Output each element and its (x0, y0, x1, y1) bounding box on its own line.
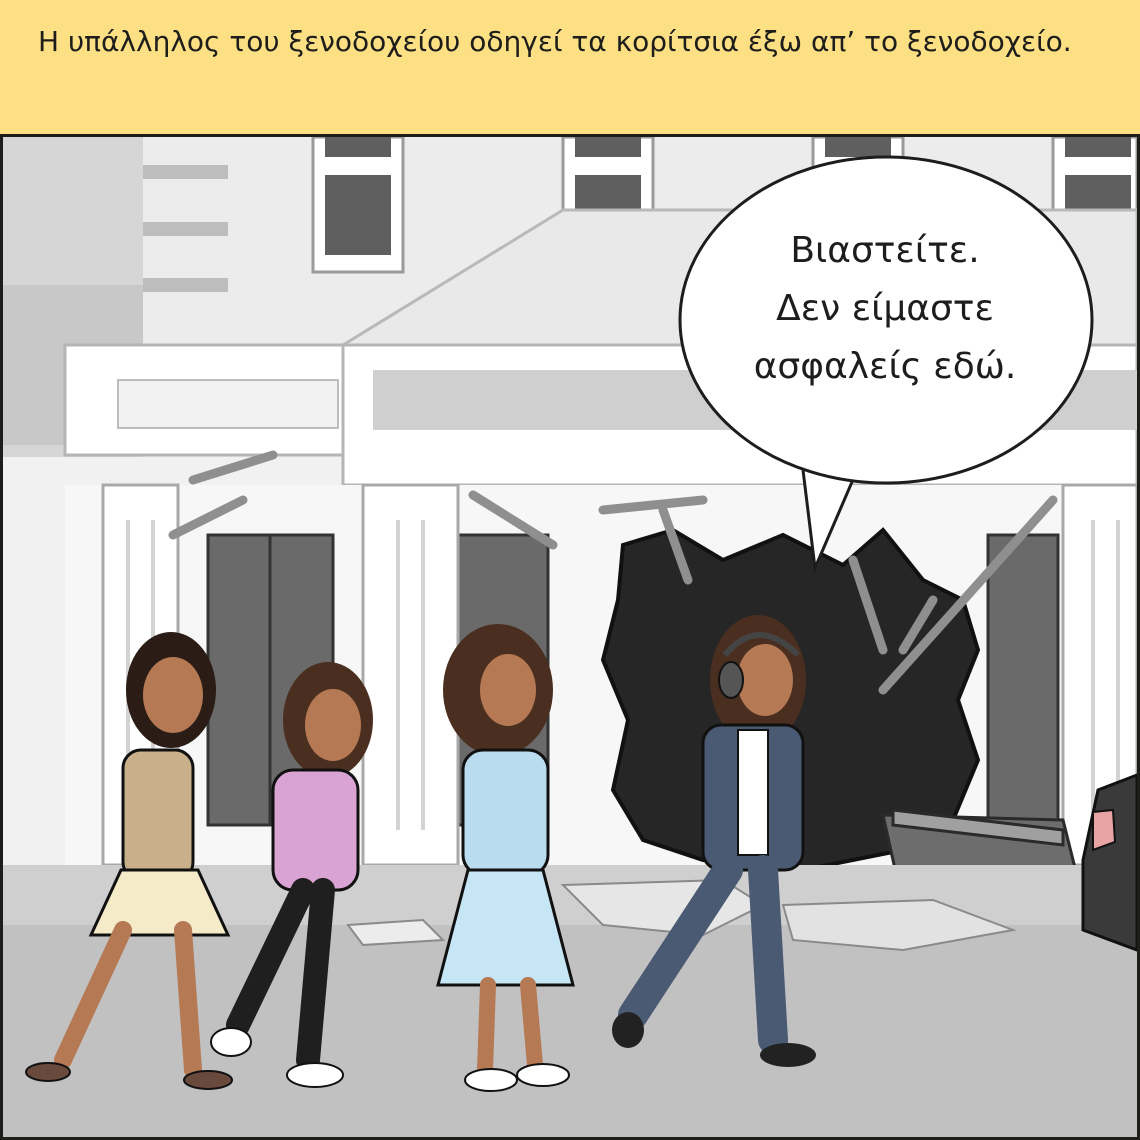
caption-box: Η υπάλληλος του ξενοδοχείου οδηγεί τα κο… (0, 0, 1140, 137)
door-right (986, 533, 1060, 827)
speech-bubble-text: Βιαστείτε. Δεν είμαστε ασφαλείς εδώ. (700, 222, 1070, 396)
headset-icon (718, 661, 744, 699)
comic-panel: Η υπάλληλος του ξενοδοχείου οδηγεί τα κο… (0, 0, 1140, 1140)
speech-line: ασφαλείς εδώ. (753, 346, 1017, 387)
caption-text: Η υπάλληλος του ξενοδοχείου οδηγεί τα κο… (38, 25, 1072, 58)
speech-line: Βιαστείτε. (790, 230, 980, 271)
speech-line: Δεν είμαστε (776, 288, 994, 329)
